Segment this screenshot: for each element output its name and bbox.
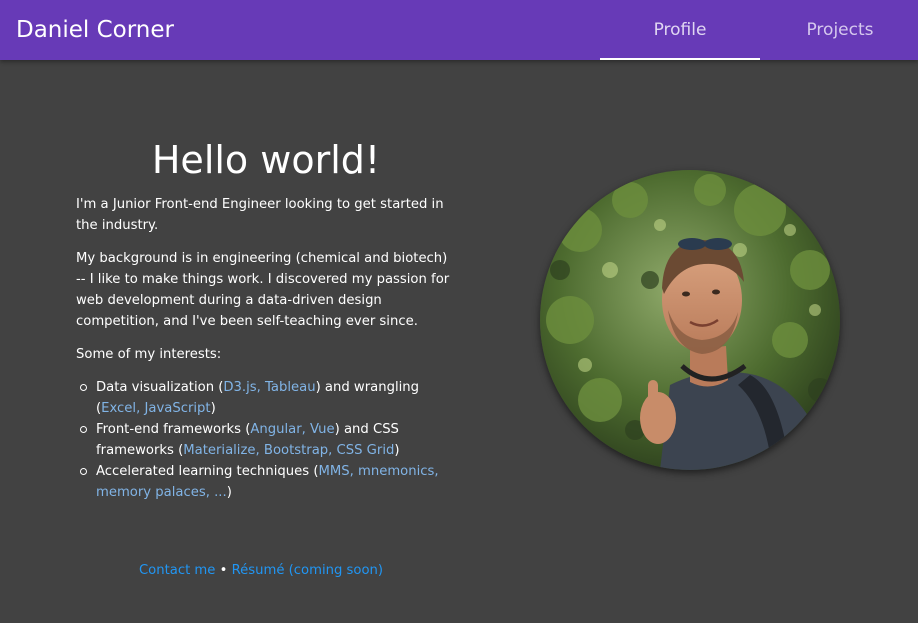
page-title: Hello world! <box>151 138 381 182</box>
tab-profile[interactable]: Profile <box>600 0 760 60</box>
tab-projects[interactable]: Projects <box>760 0 918 60</box>
interest-link-wrangling-tools[interactable]: Excel, JavaScript <box>101 401 210 416</box>
footer-links: Contact me • Résumé (coming soon) <box>76 560 446 581</box>
interest-text: Accelerated learning techniques ( <box>96 464 319 479</box>
interest-text: ) <box>210 401 216 416</box>
list-item: Front-end frameworks (Angular, Vue) and … <box>80 419 456 461</box>
resume-link[interactable]: Résumé (coming soon) <box>232 563 383 578</box>
interests-list: Data visualization (D3.js, Tableau) and … <box>76 377 456 503</box>
tab-projects-label: Projects <box>806 20 874 40</box>
bullet-circle-icon <box>80 426 87 433</box>
interest-text: Front-end frameworks ( <box>96 422 251 437</box>
profile-intro-section: Hello world! I'm a Junior Front-end Engi… <box>76 134 456 503</box>
list-item: Data visualization (D3.js, Tableau) and … <box>80 377 456 419</box>
interests-heading: Some of my interests: <box>76 347 222 362</box>
interest-text: ) <box>394 443 400 458</box>
bullet-circle-icon <box>80 468 87 475</box>
contact-link[interactable]: Contact me <box>139 563 215 578</box>
person-portrait-icon <box>540 170 840 470</box>
brand-name[interactable]: Daniel Corner <box>16 15 174 45</box>
background-paragraph: My background is in engineering (chemica… <box>76 251 450 329</box>
tab-profile-label: Profile <box>653 20 707 40</box>
interest-text: ) <box>226 485 232 500</box>
interest-link-css-frameworks[interactable]: Materialize, Bootstrap, CSS Grid <box>183 443 394 458</box>
bullet-circle-icon <box>80 384 87 391</box>
interest-link-dataviz-tools[interactable]: D3.js, Tableau <box>223 380 315 395</box>
intro-paragraph: I'm a Junior Front-end Engineer looking … <box>76 197 444 233</box>
list-item: Accelerated learning techniques (MMS, mn… <box>80 461 456 503</box>
link-separator: • <box>215 563 232 578</box>
active-tab-indicator <box>600 58 760 60</box>
interest-link-frontend-frameworks[interactable]: Angular, Vue <box>250 422 334 437</box>
top-navbar: Daniel Corner Profile Projects <box>0 0 918 60</box>
profile-photo <box>540 170 840 470</box>
interest-text: Data visualization ( <box>96 380 224 395</box>
